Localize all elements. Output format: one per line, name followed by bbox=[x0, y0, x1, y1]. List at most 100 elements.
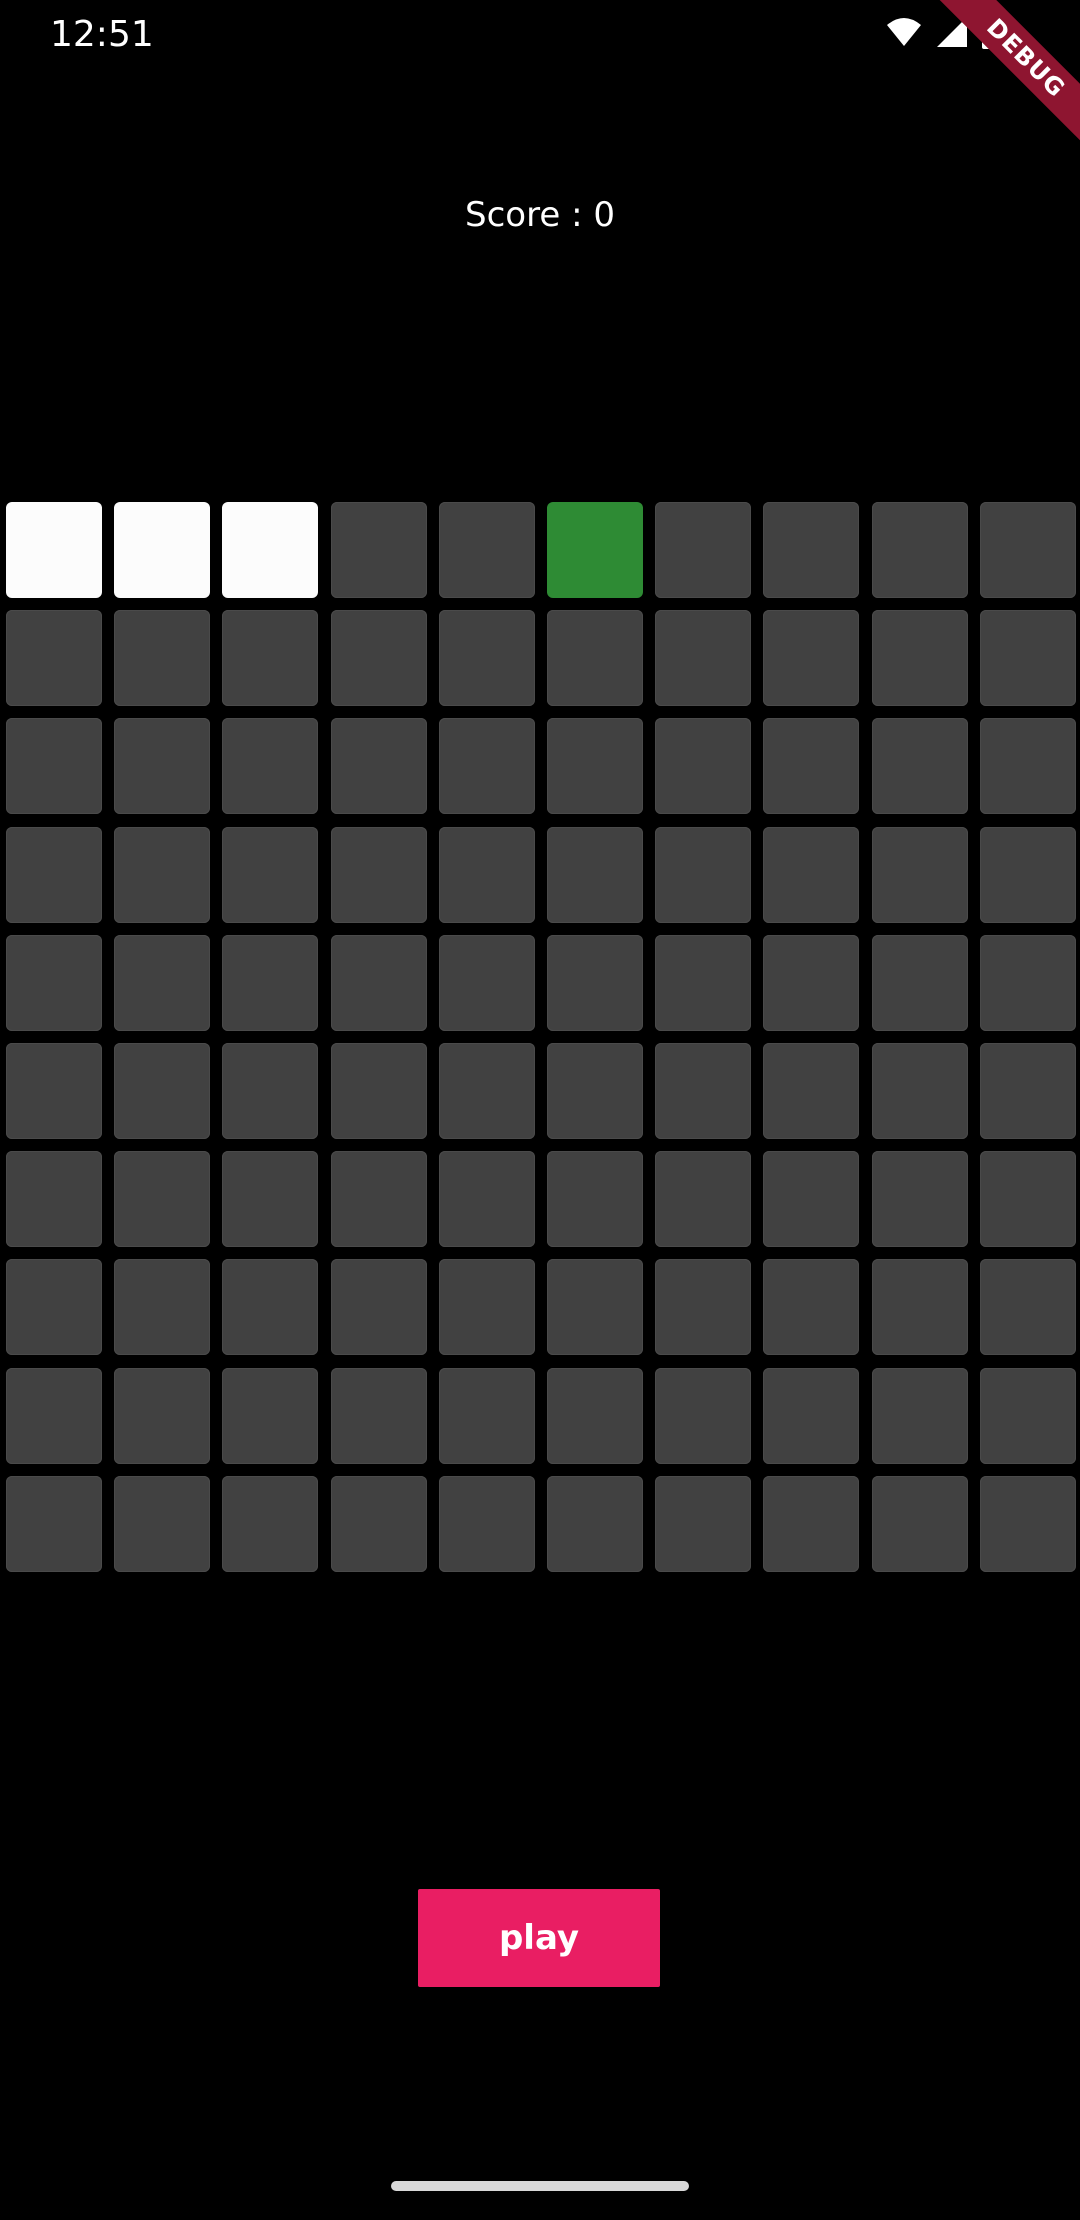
grid-cell bbox=[438, 1042, 535, 1139]
snake-cell bbox=[6, 502, 102, 598]
grid-cell bbox=[222, 1259, 319, 1356]
grid-cell bbox=[546, 718, 643, 815]
debug-banner: DEBUG bbox=[920, 0, 1080, 160]
snake-cell bbox=[222, 502, 319, 598]
grid-cell bbox=[763, 610, 860, 707]
grid-cell bbox=[114, 934, 211, 1031]
grid-cell bbox=[330, 610, 427, 707]
grid-cell bbox=[546, 826, 643, 923]
grid-cell bbox=[438, 1259, 535, 1356]
grid-cell bbox=[330, 934, 427, 1031]
wifi-icon bbox=[886, 17, 922, 51]
grid-cell bbox=[114, 1367, 211, 1464]
grid-cell bbox=[6, 610, 102, 707]
grid-cell bbox=[655, 1367, 752, 1464]
grid-cell bbox=[979, 1151, 1076, 1248]
grid-cell bbox=[979, 718, 1076, 815]
grid-cell bbox=[763, 718, 860, 815]
grid-cell bbox=[871, 934, 968, 1031]
grid-cell bbox=[330, 502, 427, 598]
grid-cell bbox=[871, 1151, 968, 1248]
grid-cell bbox=[330, 826, 427, 923]
grid-cell bbox=[546, 1042, 643, 1139]
grid-cell bbox=[438, 1367, 535, 1464]
grid-cell bbox=[438, 826, 535, 923]
snake-cell bbox=[114, 502, 211, 598]
score-label: Score : 0 bbox=[465, 195, 615, 235]
grid-cell bbox=[438, 610, 535, 707]
status-time: 12:51 bbox=[50, 14, 154, 55]
grid-cell bbox=[222, 610, 319, 707]
grid-cell bbox=[655, 1151, 752, 1248]
grid-cell bbox=[6, 1042, 102, 1139]
grid-cell bbox=[438, 1151, 535, 1248]
grid-cell bbox=[114, 610, 211, 707]
grid-cell bbox=[222, 826, 319, 923]
grid-cell bbox=[222, 1151, 319, 1248]
grid-cell bbox=[6, 1259, 102, 1356]
grid-cell bbox=[114, 826, 211, 923]
grid-cell bbox=[763, 934, 860, 1031]
grid-cell bbox=[763, 1367, 860, 1464]
grid-cell bbox=[763, 502, 860, 598]
grid-cell bbox=[979, 1259, 1076, 1356]
grid-cell bbox=[763, 1259, 860, 1356]
game-board[interactable] bbox=[6, 502, 1076, 1572]
grid-cell bbox=[330, 1259, 427, 1356]
grid-cell bbox=[438, 718, 535, 815]
grid-cell bbox=[871, 1475, 968, 1572]
grid-cell bbox=[114, 1475, 211, 1572]
grid-cell bbox=[763, 826, 860, 923]
grid-cell bbox=[655, 826, 752, 923]
grid-cell bbox=[222, 934, 319, 1031]
grid-cell bbox=[871, 502, 968, 598]
grid-cell bbox=[763, 1151, 860, 1248]
grid-cell bbox=[871, 718, 968, 815]
grid-cell bbox=[546, 934, 643, 1031]
grid-cell bbox=[330, 1367, 427, 1464]
grid-cell bbox=[979, 1367, 1076, 1464]
status-bar: 12:51 bbox=[0, 0, 1080, 70]
grid-cell bbox=[655, 1259, 752, 1356]
grid-cell bbox=[655, 934, 752, 1031]
debug-ribbon-label: DEBUG bbox=[920, 0, 1080, 160]
grid-cell bbox=[6, 1475, 102, 1572]
grid-cell bbox=[979, 826, 1076, 923]
grid-cell bbox=[222, 718, 319, 815]
grid-cell bbox=[655, 1042, 752, 1139]
grid-cell bbox=[222, 1367, 319, 1464]
food-cell bbox=[546, 502, 643, 598]
grid-cell bbox=[438, 934, 535, 1031]
play-button[interactable]: play bbox=[418, 1889, 660, 1987]
grid-cell bbox=[871, 826, 968, 923]
grid-cell bbox=[330, 1151, 427, 1248]
grid-cell bbox=[546, 610, 643, 707]
grid-cell bbox=[6, 1367, 102, 1464]
grid-cell bbox=[330, 1475, 427, 1572]
grid-cell bbox=[871, 1042, 968, 1139]
grid-cell bbox=[979, 502, 1076, 598]
grid-cell bbox=[763, 1475, 860, 1572]
grid-cell bbox=[114, 1259, 211, 1356]
grid-cell bbox=[655, 1475, 752, 1572]
grid-cell bbox=[979, 610, 1076, 707]
grid-cell bbox=[871, 610, 968, 707]
grid-cell bbox=[546, 1367, 643, 1464]
grid-cell bbox=[979, 1475, 1076, 1572]
grid-cell bbox=[655, 610, 752, 707]
grid-cell bbox=[114, 718, 211, 815]
grid-cell bbox=[6, 718, 102, 815]
grid-cell bbox=[546, 1475, 643, 1572]
grid-cell bbox=[546, 1259, 643, 1356]
grid-cell bbox=[6, 934, 102, 1031]
grid-cell bbox=[763, 1042, 860, 1139]
grid-cell bbox=[655, 718, 752, 815]
home-indicator[interactable] bbox=[391, 2181, 689, 2191]
grid-cell bbox=[438, 1475, 535, 1572]
grid-cell bbox=[114, 1151, 211, 1248]
grid-cell bbox=[6, 826, 102, 923]
grid-cell bbox=[871, 1367, 968, 1464]
grid-cell bbox=[330, 718, 427, 815]
grid-cell bbox=[222, 1042, 319, 1139]
grid-cell bbox=[546, 1151, 643, 1248]
